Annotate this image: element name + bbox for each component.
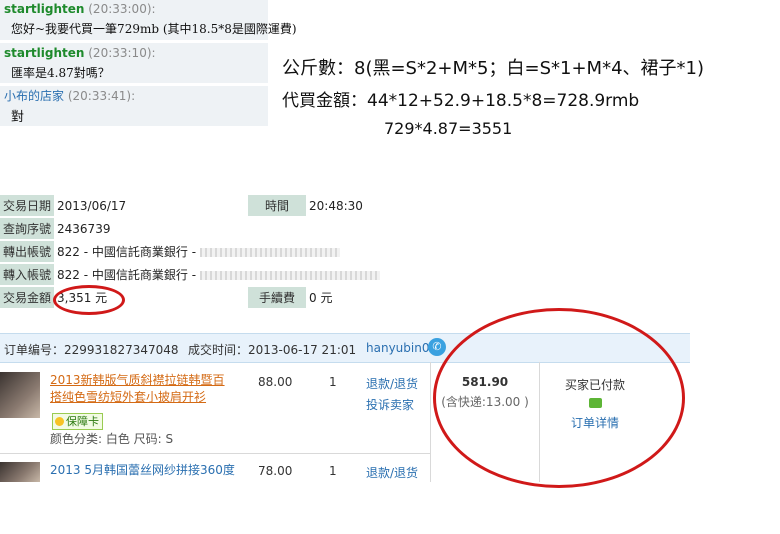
date-label: 交易日期 bbox=[0, 195, 55, 218]
note-weight: 公斤數：8(黑=S*2+M*5；白=S*1+M*4、裙子*1) bbox=[282, 58, 704, 79]
date-value: 2013/06/17 bbox=[54, 195, 249, 218]
unit-price: 78.00 bbox=[258, 464, 293, 478]
serial-label: 查詢序號 bbox=[0, 217, 55, 241]
redacted-number bbox=[200, 248, 341, 257]
serial-value: 2436739 bbox=[54, 217, 456, 241]
guarantee-icon bbox=[55, 417, 64, 426]
quantity: 1 bbox=[329, 464, 337, 478]
order-number: 订单编号：229931827347048 bbox=[4, 343, 179, 357]
to-account-value: 822 - 中國信託商業銀行 - bbox=[54, 263, 456, 287]
product-attributes: 颜色分类: 白色 尺码: S bbox=[50, 432, 174, 446]
complain-seller-link[interactable]: 投诉卖家 bbox=[366, 396, 414, 413]
product-thumbnail[interactable] bbox=[0, 372, 40, 418]
order-header: 订单编号：229931827347048 成交时间：2013-06-17 21:… bbox=[0, 333, 690, 363]
time-label: 時間 bbox=[248, 195, 307, 218]
buyer-link[interactable]: hanyubin0 bbox=[366, 341, 429, 355]
guarantee-badge[interactable]: 保障卡 bbox=[52, 413, 103, 430]
note-conversion: 729*4.87=3551 bbox=[384, 119, 513, 138]
sender-name: 小布的店家 bbox=[4, 89, 65, 103]
chat-message: 您好~我要代買一筆729mb (其中18.5*8是國際運費) bbox=[11, 22, 297, 36]
sender-name: startlighten bbox=[4, 46, 85, 60]
row-divider bbox=[0, 453, 430, 454]
product-title-line: 搭纯色雪纺短外套小披肩开衫 bbox=[50, 390, 207, 404]
product-title-line: 2013新韩版气质斜襟拉链韩暨百 bbox=[50, 373, 225, 387]
redacted-number bbox=[200, 271, 381, 280]
table-row: 查詢序號 2436739 bbox=[0, 217, 456, 241]
chat-sender: 小布的店家 (20:33:41): bbox=[4, 87, 135, 104]
column-divider bbox=[430, 362, 431, 482]
to-account-label: 轉入帳號 bbox=[0, 263, 55, 287]
fee-value: 0 元 bbox=[306, 286, 456, 310]
to-account-bank: 822 - 中國信託商業銀行 - bbox=[57, 268, 197, 282]
order-total: 581.90 (含快递:13.00 ) bbox=[432, 375, 538, 410]
unit-price: 88.00 bbox=[258, 375, 293, 389]
deal-time: 成交时间：2013-06-17 21:01 bbox=[188, 343, 357, 357]
note-purchase-amount: 代買金額：44*12+52.9+18.5*8=728.9rmb bbox=[282, 91, 640, 111]
table-row: 交易金額 3,351 元 手續費 0 元 bbox=[0, 286, 456, 310]
from-account-bank: 822 - 中國信託商業銀行 - bbox=[57, 245, 197, 259]
from-account-value: 822 - 中國信託商業銀行 - bbox=[54, 240, 456, 264]
badge-label: 保障卡 bbox=[66, 415, 99, 428]
wangwang-chat-icon[interactable]: ✆ bbox=[428, 338, 446, 356]
order-detail-link[interactable]: 订单详情 bbox=[540, 414, 650, 431]
from-account-label: 轉出帳號 bbox=[0, 240, 55, 264]
message-time: (20:33:00): bbox=[88, 2, 156, 16]
order-body: 2013新韩版气质斜襟拉链韩暨百 搭纯色雪纺短外套小披肩开衫 保障卡 颜色分类: … bbox=[0, 362, 690, 482]
message-time: (20:33:41): bbox=[67, 89, 136, 103]
amount-label: 交易金額 bbox=[0, 286, 55, 310]
amount-value: 3,351 元 bbox=[54, 286, 249, 310]
fee-label: 手續費 bbox=[248, 286, 307, 310]
chat-sender: startlighten (20:33:00): bbox=[4, 2, 156, 16]
shipping-fee: (含快递:13.00 ) bbox=[441, 395, 529, 409]
refund-link[interactable]: 退款/退货 bbox=[366, 375, 418, 392]
table-row: 轉入帳號 822 - 中國信託商業銀行 - bbox=[0, 263, 456, 287]
message-icon[interactable] bbox=[588, 398, 602, 408]
chat-message: 匯率是4.87對嗎？ bbox=[11, 66, 110, 80]
product-thumbnail[interactable] bbox=[0, 462, 40, 482]
chat-message: 對 bbox=[11, 110, 25, 125]
chat-log: startlighten (20:33:00): 您好~我要代買一筆729mb … bbox=[0, 0, 297, 126]
message-time: (20:33:10): bbox=[88, 46, 156, 60]
refund-link[interactable]: 退款/退货 bbox=[366, 464, 418, 481]
chat-sender: startlighten (20:33:10): bbox=[4, 46, 156, 60]
order-status: 买家已付款 订单详情 bbox=[540, 376, 650, 431]
quantity: 1 bbox=[329, 375, 337, 389]
payment-status: 买家已付款 bbox=[564, 378, 625, 392]
table-row: 交易日期 2013/06/17 時間 20:48:30 bbox=[0, 195, 456, 218]
time-value: 20:48:30 bbox=[306, 195, 456, 218]
sender-name: startlighten bbox=[4, 2, 85, 16]
product-title-link[interactable]: 2013 5月韩国蕾丝网纱拼接360度 bbox=[50, 462, 235, 479]
product-title-link[interactable]: 2013新韩版气质斜襟拉链韩暨百 搭纯色雪纺短外套小披肩开衫 bbox=[50, 372, 225, 406]
bank-transfer-table: 交易日期 2013/06/17 時間 20:48:30 查詢序號 2436739… bbox=[0, 195, 456, 310]
table-row: 轉出帳號 822 - 中國信託商業銀行 - bbox=[0, 240, 456, 264]
total-amount: 581.90 bbox=[461, 375, 509, 389]
